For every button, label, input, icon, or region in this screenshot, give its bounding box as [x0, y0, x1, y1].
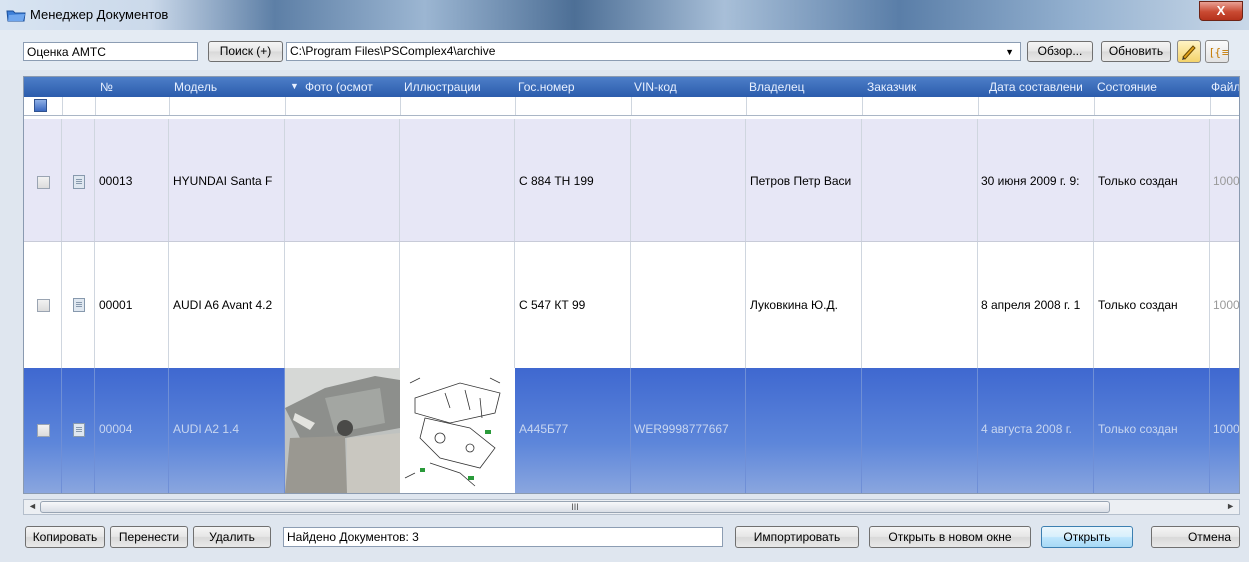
horizontal-scrollbar[interactable]: ◄ III ►: [23, 499, 1240, 515]
refresh-button[interactable]: Обновить: [1101, 41, 1171, 62]
cell-plate: А445Б77: [519, 422, 569, 436]
cell-file: 1000: [1213, 174, 1240, 188]
open-button[interactable]: Открыть: [1041, 526, 1133, 548]
cell-vin: WER9998777667: [634, 422, 729, 436]
cell-state: Только создан: [1098, 174, 1178, 188]
column-header-illustrations[interactable]: Иллюстрации: [404, 80, 481, 94]
sort-desc-icon: ▼: [290, 81, 299, 91]
row-checkbox[interactable]: [37, 176, 50, 189]
column-header-date[interactable]: Дата составлени: [989, 80, 1083, 94]
cell-plate: С 884 ТН 199: [519, 174, 594, 188]
column-header-number[interactable]: №: [100, 80, 113, 94]
document-type-combo[interactable]: Оценка АМТС: [23, 42, 198, 61]
open-new-window-button[interactable]: Открыть в новом окне: [869, 526, 1031, 548]
filter-photo[interactable]: [285, 97, 401, 115]
scroll-left-icon[interactable]: ◄: [28, 501, 37, 511]
document-icon: [73, 298, 85, 312]
cell-model: AUDI A6 Avant 4.2: [173, 298, 273, 312]
cell-plate: С 547 КТ 99: [519, 298, 586, 312]
column-header-customer[interactable]: Заказчик: [867, 80, 916, 94]
column-header-vin[interactable]: VIN-код: [634, 80, 677, 94]
cell-illustration: [400, 119, 515, 241]
cancel-button[interactable]: Отмена: [1151, 526, 1240, 548]
move-button[interactable]: Перенести: [110, 526, 188, 548]
cell-file: 1000: [1213, 298, 1240, 312]
status-text: Найдено Документов: 3: [283, 527, 723, 547]
row-checkbox[interactable]: [37, 299, 50, 312]
table-row-selected[interactable]: 00004 AUDI A2 1.4 А445Б77 WER9998777667 …: [24, 368, 1240, 493]
cell-owner: Луковкина Ю.Д.: [750, 298, 838, 312]
cell-file: 1000: [1213, 422, 1240, 436]
filter-vin[interactable]: [631, 97, 747, 115]
column-header-file[interactable]: Файл: [1211, 80, 1239, 94]
documents-grid: № Модель ▼ Фото (осмот Иллюстрации Гос.н…: [23, 76, 1240, 494]
toolbar: Оценка АМТС Поиск (+) C:\Program Files\P…: [0, 30, 1249, 70]
dropdown-arrow-icon[interactable]: ▼: [1005, 44, 1014, 61]
archive-path-value: C:\Program Files\PSComplex4\archive: [290, 44, 496, 58]
folder-app-icon: [6, 10, 26, 22]
search-button[interactable]: Поиск (+): [208, 41, 283, 62]
scroll-right-icon[interactable]: ►: [1226, 501, 1235, 511]
filter-state[interactable]: [1094, 97, 1211, 115]
cell-state: Только создан: [1098, 298, 1178, 312]
filter-number[interactable]: [95, 97, 170, 115]
cell-date: 30 июня 2009 г. 9:: [981, 174, 1080, 188]
cell-date: 8 апреля 2008 г. 1: [981, 298, 1081, 312]
close-button[interactable]: X: [1199, 1, 1243, 21]
document-icon: [73, 175, 85, 189]
document-icon: [73, 423, 85, 437]
parts-diagram-thumbnail[interactable]: [400, 368, 515, 493]
grid-header: № Модель ▼ Фото (осмот Иллюстрации Гос.н…: [24, 77, 1239, 97]
column-header-model[interactable]: Модель: [174, 80, 217, 94]
copy-button[interactable]: Копировать: [25, 526, 105, 548]
filter-illustrations[interactable]: [400, 97, 516, 115]
table-row[interactable]: 00013 HYUNDAI Santa F С 884 ТН 199 Петро…: [24, 119, 1240, 242]
cell-number: 00004: [99, 422, 133, 436]
filter-plate[interactable]: [515, 97, 632, 115]
cell-number: 00013: [99, 174, 133, 188]
scrollbar-thumb[interactable]: III: [40, 501, 1110, 513]
cell-illustration: [400, 242, 515, 368]
cell-state: Только создан: [1098, 422, 1178, 436]
archive-path-combo[interactable]: C:\Program Files\PSComplex4\archive ▼: [286, 42, 1021, 61]
filter-customer[interactable]: [862, 97, 979, 115]
svg-text:[{≡: [{≡: [1210, 46, 1228, 59]
cell-photo: [285, 242, 400, 368]
cell-number: 00001: [99, 298, 133, 312]
vehicle-photo-thumbnail[interactable]: [285, 368, 400, 493]
title-bar: Менеджер Документов X: [0, 0, 1249, 30]
window-title: Менеджер Документов: [30, 7, 169, 22]
cell-date: 4 августа 2008 г.: [981, 422, 1072, 436]
cell-model: AUDI A2 1.4: [173, 422, 240, 436]
cell-photo: [285, 119, 400, 241]
import-button[interactable]: Импортировать: [735, 526, 859, 548]
row-checkbox[interactable]: [37, 424, 50, 437]
column-header-owner[interactable]: Владелец: [749, 80, 805, 94]
filter-model[interactable]: [169, 97, 286, 115]
column-header-photo[interactable]: Фото (осмот: [305, 80, 373, 94]
column-header-state[interactable]: Состояние: [1097, 80, 1157, 94]
filter-date[interactable]: [978, 97, 1095, 115]
filter-owner[interactable]: [746, 97, 863, 115]
table-row[interactable]: 00001 AUDI A6 Avant 4.2 С 547 КТ 99 Луко…: [24, 242, 1240, 369]
column-header-plate[interactable]: Гос.номер: [518, 80, 575, 94]
delete-button[interactable]: Удалить: [193, 526, 271, 548]
pencil-icon[interactable]: [1177, 40, 1201, 63]
cell-owner: Петров Петр Васи: [750, 174, 852, 188]
filter-row: [24, 97, 1239, 116]
browse-button[interactable]: Обзор...: [1027, 41, 1093, 62]
cell-model: HYUNDAI Santa F: [173, 174, 273, 188]
columns-icon[interactable]: [{≡: [1205, 40, 1231, 63]
